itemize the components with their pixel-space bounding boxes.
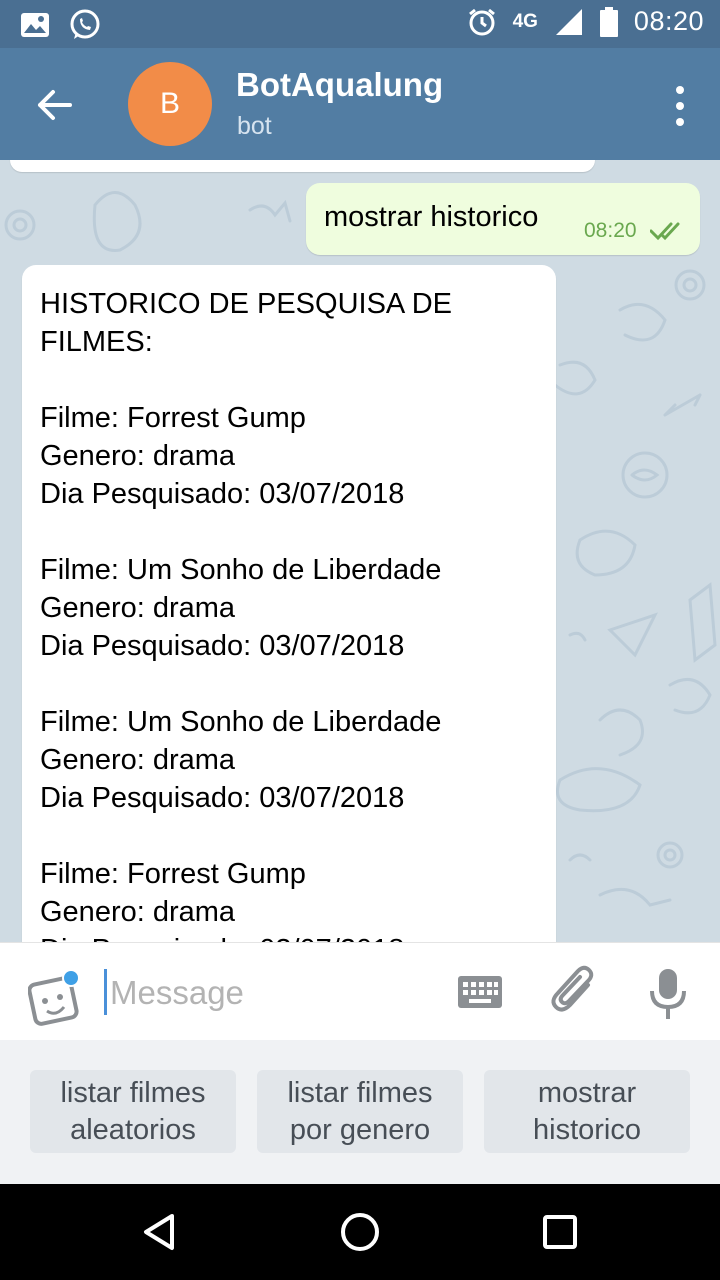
nav-recent-apps-icon[interactable] — [542, 1214, 578, 1250]
bot-reply-keyboard: listar filmes aleatorios listar filmes p… — [0, 1040, 720, 1184]
double-check-icon — [650, 222, 680, 241]
signal-icon — [555, 8, 582, 35]
back-arrow-icon[interactable] — [30, 80, 80, 130]
whatsapp-icon — [70, 9, 100, 39]
navigation-bar — [0, 1184, 720, 1280]
previous-message-bubble — [10, 160, 595, 172]
status-time: 08:20 — [633, 6, 704, 36]
chat-area[interactable]: mostrar historico 08:20 HISTORICO DE PES… — [0, 160, 720, 942]
chat-header: B BotAqualung bot — [0, 48, 720, 160]
chat-subtitle: bot — [237, 112, 272, 140]
chat-title[interactable]: BotAqualung — [236, 66, 443, 104]
battery-icon — [599, 6, 618, 37]
keyboard-button-listar-filmes-por-genero[interactable]: listar filmes por genero — [257, 1070, 463, 1153]
alarm-icon — [468, 8, 495, 35]
gallery-icon — [21, 13, 49, 37]
more-options-icon[interactable] — [670, 86, 690, 126]
notification-dot — [62, 969, 80, 987]
nav-home-icon[interactable] — [339, 1211, 381, 1253]
incoming-message[interactable]: HISTORICO DE PESQUISA DE FILMES: Filme: … — [22, 265, 556, 942]
avatar[interactable]: B — [128, 62, 212, 146]
message-text: mostrar historico — [324, 201, 539, 233]
attach-icon[interactable] — [550, 965, 600, 1019]
keyboard-button-listar-filmes-aleatorios[interactable]: listar filmes aleatorios — [30, 1070, 236, 1153]
keyboard-button-mostrar-historico[interactable]: mostrar historico — [484, 1070, 690, 1153]
bot-keyboard-icon[interactable] — [458, 976, 502, 1008]
microphone-icon[interactable] — [648, 967, 688, 1021]
text-cursor — [104, 969, 107, 1015]
message-text: HISTORICO DE PESQUISA DE FILMES: Filme: … — [40, 288, 453, 942]
outgoing-message[interactable]: mostrar historico 08:20 — [306, 183, 700, 255]
message-input-bar — [0, 942, 720, 1040]
message-input[interactable] — [110, 971, 430, 1015]
nav-back-icon[interactable] — [138, 1210, 182, 1254]
network-type: 4G — [512, 10, 538, 32]
status-bar: 4G 08:20 — [0, 0, 720, 48]
message-time: 08:20 — [584, 219, 637, 242]
